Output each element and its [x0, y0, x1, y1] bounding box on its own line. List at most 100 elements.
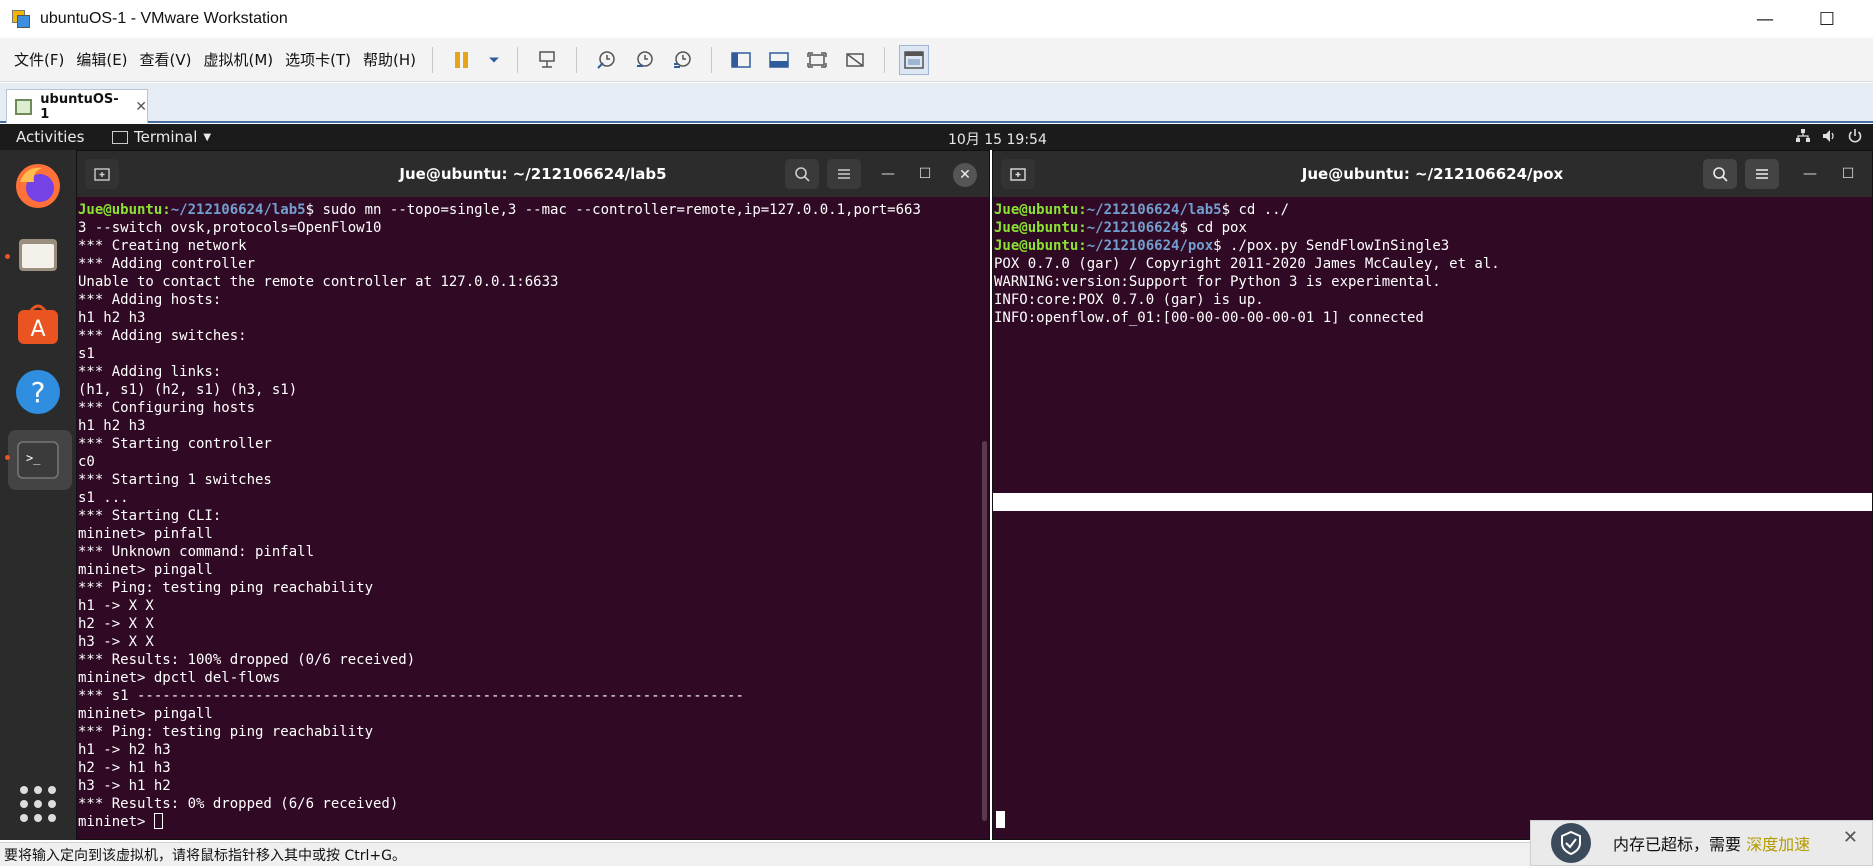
output-text: *** s1 ---------------------------------…	[78, 688, 744, 704]
send-ctrl-alt-del-button[interactable]	[532, 45, 562, 75]
manager-clock-icon	[674, 50, 691, 68]
activities-button[interactable]: Activities	[16, 128, 84, 146]
help-icon[interactable]: ?	[14, 368, 62, 416]
new-tab-button[interactable]	[1001, 159, 1035, 189]
terminal-window-lab5[interactable]: Jue@ubuntu: ~/212106624/lab5 — ☐ ✕ Jue@u…	[76, 150, 990, 840]
menu-edit[interactable]: 编辑(E)	[70, 49, 133, 70]
terminal-line: c0	[78, 453, 989, 471]
terminal-line: INFO:openflow.of_01:[00-00-00-00-00-01 1…	[994, 309, 1872, 327]
terminal-headerbar: Jue@ubuntu: ~/212106624/pox — ☐	[993, 151, 1872, 197]
terminal-window-pox[interactable]: Jue@ubuntu: ~/212106624/pox — ☐ Jue@ubun…	[992, 150, 1873, 840]
fullscreen-button[interactable]	[802, 45, 832, 75]
scrollbar[interactable]	[982, 441, 987, 821]
vmware-titlebar: ubuntuOS-1 - VMware Workstation — ☐	[0, 0, 1873, 38]
minimize-icon[interactable]: —	[877, 163, 899, 185]
terminal-line: h3 -> h1 h2	[78, 777, 989, 795]
firefox-icon[interactable]	[14, 162, 62, 210]
terminal-output[interactable]: Jue@ubuntu:~/212106624/lab5$ cd ../Jue@u…	[994, 201, 1872, 839]
show-library-button[interactable]	[726, 45, 756, 75]
console-view-button[interactable]	[899, 44, 930, 75]
snapshot-manager-button[interactable]	[667, 45, 697, 75]
terminal-line: s1 ...	[78, 489, 989, 507]
hamburger-icon	[838, 169, 850, 179]
thumbnail-bar-button[interactable]	[764, 45, 794, 75]
library-layout-icon	[731, 51, 751, 68]
output-text: h1 -> X X	[78, 598, 154, 614]
terminal-line: mininet> pinfall	[78, 525, 989, 543]
software-center-icon[interactable]: A	[14, 300, 62, 348]
output-text: *** Configuring hosts	[78, 400, 256, 416]
files-icon[interactable]	[14, 230, 62, 278]
maximize-icon[interactable]: ☐	[1837, 163, 1859, 185]
app-menu-label: Terminal	[134, 128, 198, 146]
terminal-line: h1 h2 h3	[78, 417, 989, 435]
menu-tabs[interactable]: 选项卡(T)	[279, 49, 357, 70]
maximize-icon[interactable]: ☐	[914, 163, 936, 185]
terminal-line: *** Adding links:	[78, 363, 989, 381]
menu-file[interactable]: 文件(F)	[8, 49, 70, 70]
chevron-down-icon: ▼	[203, 131, 212, 143]
terminal-line: *** Starting controller	[78, 435, 989, 453]
output-text: *** Unknown command: pinfall	[78, 544, 315, 560]
search-button[interactable]	[1703, 159, 1737, 189]
terminal-line: *** Results: 0% dropped (6/6 received)	[78, 795, 989, 813]
output-text: Unable to contact the remote controller …	[78, 274, 559, 290]
close-tab-icon[interactable]: ✕	[135, 99, 147, 115]
snapshot-button[interactable]	[591, 45, 621, 75]
deep-accelerate-link[interactable]: 深度加速	[1746, 835, 1810, 854]
output-text: *** Results: 100% dropped (0/6 received)	[78, 652, 416, 668]
menu-view[interactable]: 查看(V)	[134, 49, 198, 70]
files-logo	[19, 239, 57, 271]
output-text: *** Adding controller	[78, 256, 256, 272]
toolbar-separator	[432, 46, 434, 73]
maximize-button[interactable]: ☐	[1799, 0, 1855, 38]
minimize-button[interactable]: —	[1737, 0, 1793, 38]
search-button[interactable]	[785, 159, 819, 189]
output-text: mininet> pinfall	[78, 526, 213, 542]
close-icon[interactable]: ✕	[953, 163, 977, 187]
terminal-icon[interactable]: >_	[14, 436, 62, 484]
menu-vm[interactable]: 虚拟机(M)	[198, 49, 280, 70]
unity-mode-button[interactable]	[840, 45, 870, 75]
revert-snapshot-button[interactable]	[629, 45, 659, 75]
output-text: mininet> pingall	[78, 706, 213, 722]
system-status-menu[interactable]	[1795, 128, 1863, 144]
search-icon	[795, 167, 810, 182]
running-indicator	[5, 254, 10, 259]
output-text: mininet> dpctl del-flows	[78, 670, 281, 686]
shield-icon	[1551, 823, 1591, 863]
thumbnail-layout-icon	[769, 51, 789, 68]
output-text: h2 -> X X	[78, 616, 154, 632]
terminal-output[interactable]: Jue@ubuntu:~/212106624/lab5$ sudo mn --t…	[78, 201, 989, 839]
show-applications-icon[interactable]	[14, 780, 62, 828]
new-tab-button[interactable]	[85, 159, 119, 189]
toast-message: 内存已超标，需要 深度加速	[1613, 831, 1810, 855]
terminal-line: *** Results: 100% dropped (0/6 received)	[78, 651, 989, 669]
terminal-line: h2 -> h1 h3	[78, 759, 989, 777]
output-text: h1 h2 h3	[78, 310, 146, 326]
pause-dropdown[interactable]	[485, 45, 503, 75]
minimize-icon[interactable]: —	[1799, 163, 1821, 185]
terminal-logo: >_	[17, 441, 59, 479]
terminal-line: *** s1 ---------------------------------…	[78, 687, 989, 705]
terminal-line: *** Configuring hosts	[78, 399, 989, 417]
close-icon[interactable]: ✕	[1843, 827, 1858, 848]
terminal-line: h1 h2 h3	[78, 309, 989, 327]
terminal-line: INFO:core:POX 0.7.0 (gar) is up.	[994, 291, 1872, 309]
clock[interactable]: 10月 15 19:54	[948, 129, 1047, 149]
prompt-path: ~/212106624/lab5	[1086, 202, 1222, 218]
memory-warning-toast[interactable]: 内存已超标，需要 深度加速 ✕	[1530, 820, 1873, 866]
tab-ubuntuos-1[interactable]: ubuntuOS-1 ✕	[6, 89, 148, 123]
hamburger-menu-button[interactable]	[827, 159, 861, 189]
terminal-line: h3 -> X X	[78, 633, 989, 651]
hamburger-menu-button[interactable]	[1745, 159, 1779, 189]
revert-clock-icon	[637, 50, 653, 67]
menu-help[interactable]: 帮助(H)	[357, 49, 422, 70]
snapshot-clock-icon	[597, 50, 615, 69]
terminal-app-menu[interactable]: Terminal ▼	[112, 128, 211, 146]
network-keyboard-icon	[539, 50, 555, 68]
terminal-cursor	[153, 813, 163, 829]
software-logo: A	[18, 304, 58, 344]
pause-button[interactable]	[447, 45, 477, 75]
toast-text: 内存已超标，需要	[1613, 835, 1747, 854]
